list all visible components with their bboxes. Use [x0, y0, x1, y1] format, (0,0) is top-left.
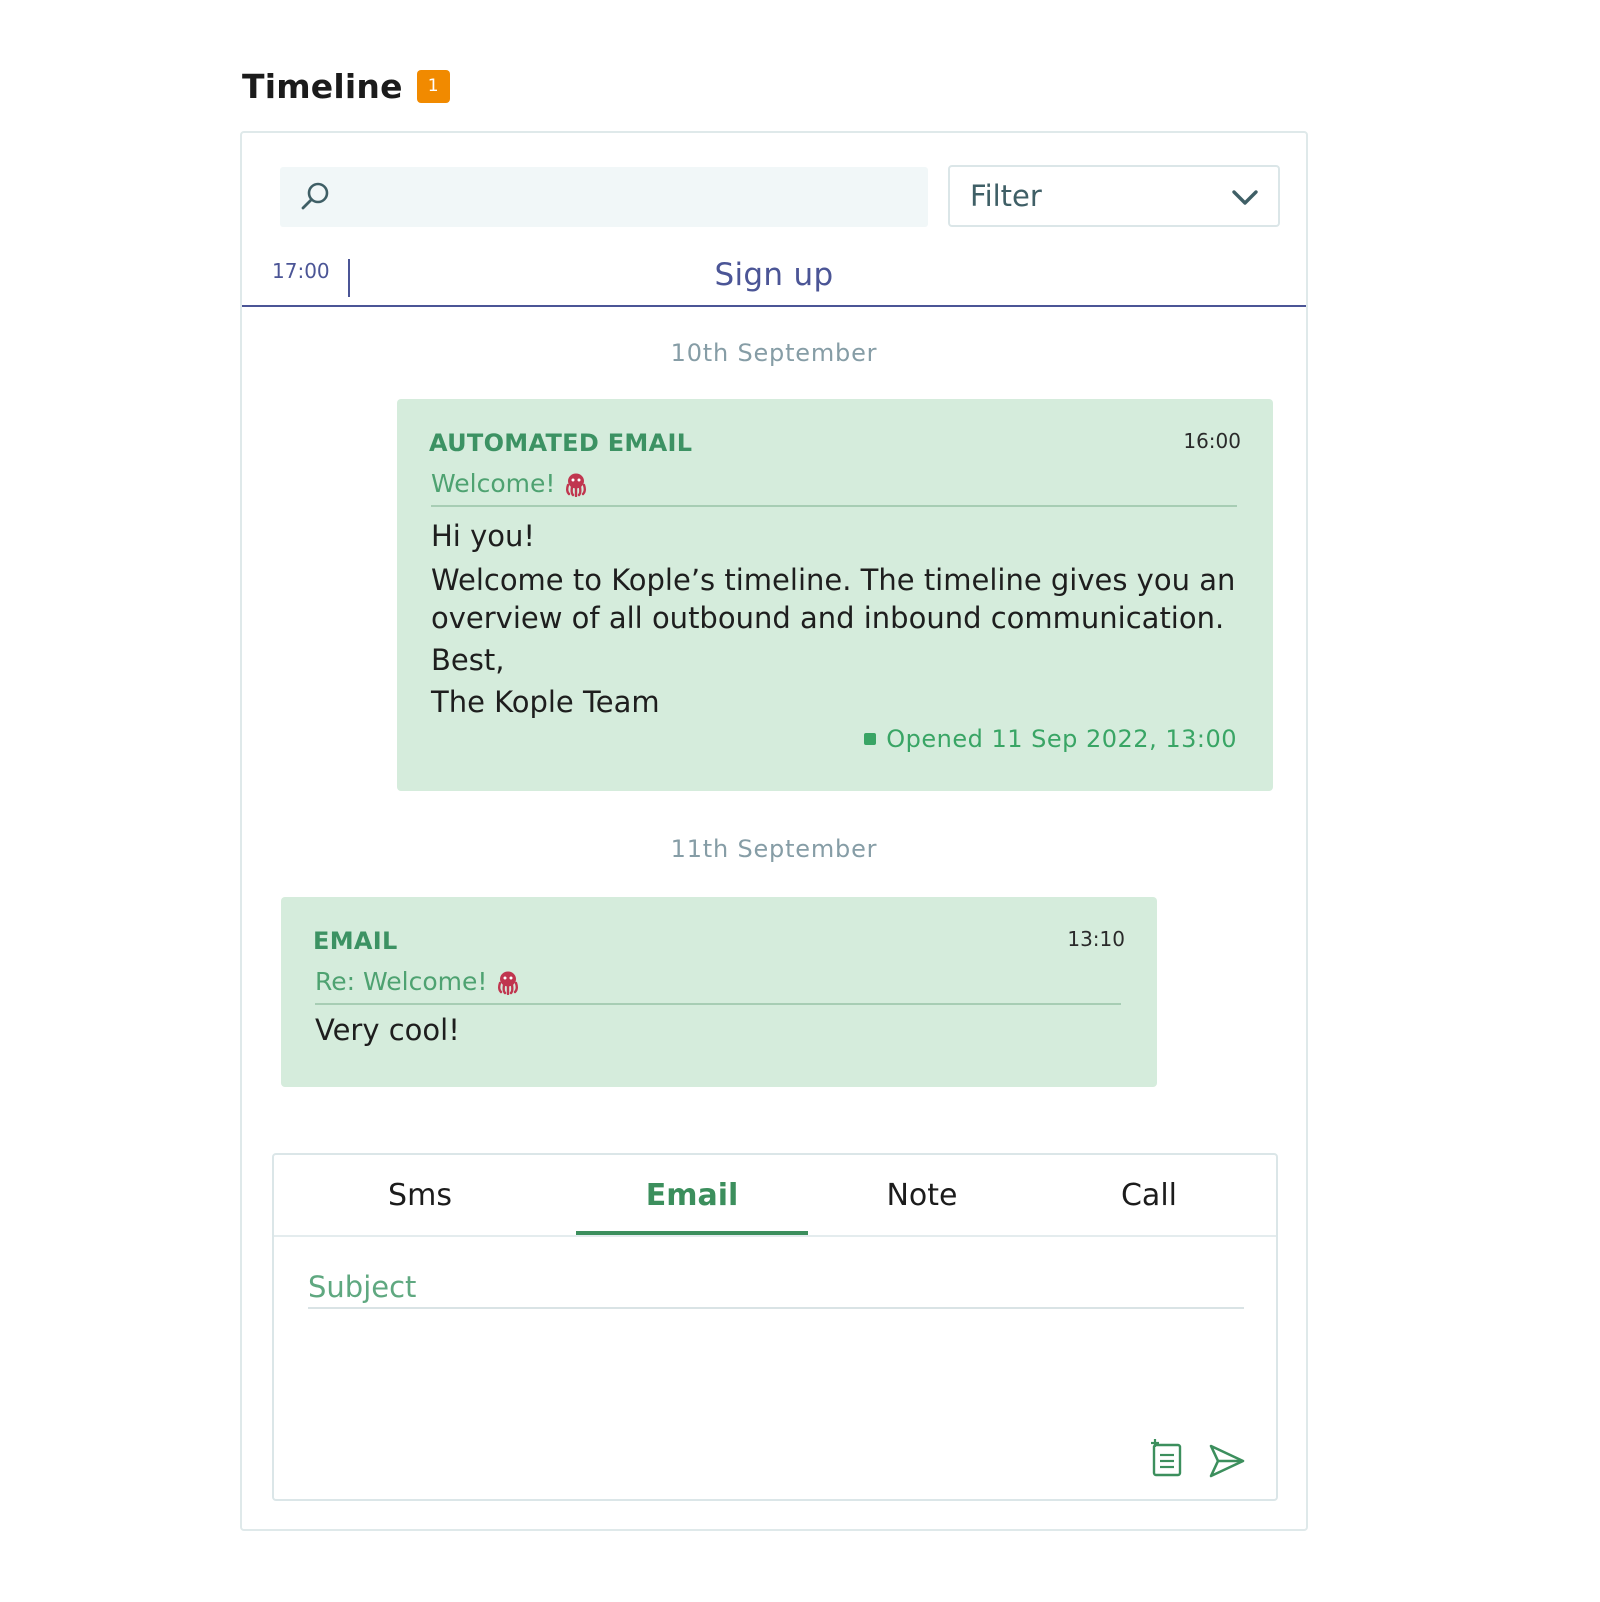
- octopus-icon: [498, 971, 519, 995]
- message-subject: Re: Welcome!: [315, 967, 521, 996]
- body-line: overview of all outbound and inbound com…: [431, 601, 1225, 635]
- message-time: 13:10: [1067, 927, 1125, 951]
- signup-event[interactable]: 17:00 Sign up: [242, 245, 1306, 307]
- message-body: Hi you! Welcome to Kople’s timeline. The…: [431, 517, 1235, 721]
- body-line: Welcome to Kople’s timeline. The timelin…: [431, 563, 1236, 597]
- filter-label: Filter: [970, 179, 1042, 213]
- message-kind: EMAIL: [313, 927, 398, 955]
- search-input[interactable]: [346, 179, 910, 217]
- automated-email-card[interactable]: AUTOMATED EMAIL 16:00 Welcome! Hi you! W…: [397, 399, 1273, 791]
- chevron-down-icon: [1232, 190, 1258, 205]
- opened-status: Opened 11 Sep 2022, 13:00: [864, 725, 1237, 753]
- composer-tabs: Sms Email Note Call: [274, 1155, 1276, 1237]
- message-body: Very cool!: [315, 1011, 460, 1049]
- message-kind: AUTOMATED EMAIL: [429, 429, 693, 457]
- tab-note[interactable]: Note: [808, 1155, 1036, 1235]
- day-separator: 11th September: [670, 835, 878, 863]
- page-header: Timeline 1: [242, 66, 450, 106]
- tab-email[interactable]: Email: [576, 1155, 808, 1235]
- search-box[interactable]: [280, 167, 928, 227]
- subject-divider: [431, 505, 1237, 507]
- tab-sms[interactable]: Sms: [310, 1155, 530, 1235]
- page-title: Timeline: [242, 66, 403, 106]
- subject-divider: [315, 1003, 1121, 1005]
- signup-label: Sign up: [714, 257, 834, 293]
- subject-input[interactable]: [308, 1267, 1244, 1309]
- template-icon[interactable]: [1150, 1439, 1186, 1479]
- body-line: Hi you!: [431, 519, 535, 553]
- search-icon: [301, 182, 329, 210]
- email-card[interactable]: EMAIL 13:10 Re: Welcome! Very cool!: [281, 897, 1157, 1087]
- octopus-icon: [566, 473, 587, 497]
- count-badge: 1: [416, 69, 450, 103]
- message-subject: Welcome!: [431, 469, 589, 498]
- body-line: The Kople Team: [431, 685, 660, 719]
- message-subject-text: Re: Welcome!: [315, 967, 488, 996]
- message-subject-text: Welcome!: [431, 469, 556, 498]
- day-separator: 10th September: [670, 339, 878, 367]
- send-icon[interactable]: [1208, 1441, 1246, 1481]
- filter-dropdown[interactable]: Filter: [948, 165, 1280, 227]
- active-tab-indicator: [576, 1231, 808, 1235]
- message-composer: Sms Email Note Call: [272, 1153, 1278, 1501]
- body-line: Very cool!: [315, 1013, 460, 1047]
- timeline-panel: Filter 17:00 Sign up 10th September AUTO…: [240, 131, 1308, 1531]
- status-dot: [864, 733, 877, 745]
- opened-status-text: Opened 11 Sep 2022, 13:00: [886, 725, 1237, 753]
- tab-call[interactable]: Call: [1036, 1155, 1262, 1235]
- body-line: Best,: [431, 643, 505, 677]
- message-time: 16:00: [1183, 429, 1241, 453]
